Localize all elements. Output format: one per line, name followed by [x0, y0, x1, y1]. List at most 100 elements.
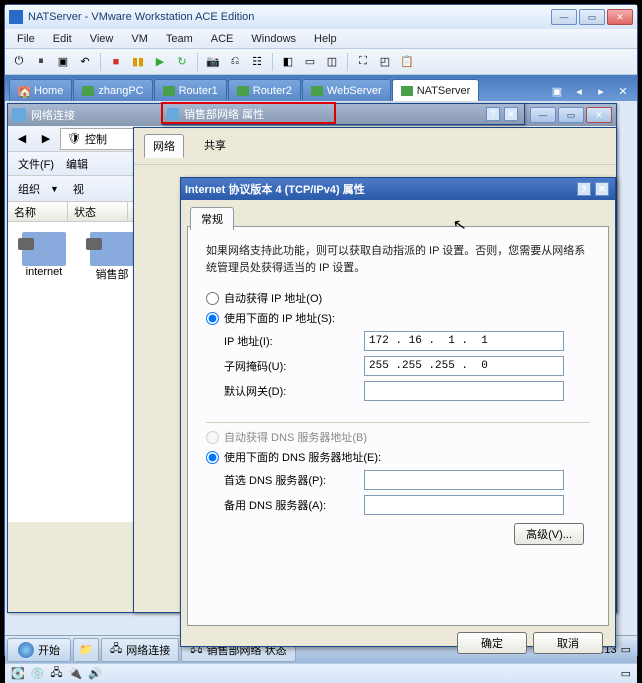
- reset-icon[interactable]: ↻: [172, 52, 192, 72]
- taskbar-item-nc[interactable]: 🖧网络连接: [101, 638, 179, 662]
- ipv4-titlebar[interactable]: Internet 协议版本 4 (TCP/IPv4) 属性 ? ✕: [181, 178, 615, 200]
- forward-icon[interactable]: ▶: [36, 129, 56, 149]
- col-status[interactable]: 状态: [68, 202, 128, 221]
- tab-router1[interactable]: Router1: [154, 79, 227, 101]
- maximize-button[interactable]: ▭: [579, 9, 605, 25]
- back-icon[interactable]: ◀: [12, 129, 32, 149]
- menu-ace[interactable]: ACE: [203, 31, 242, 47]
- tab-webserver[interactable]: WebServer: [302, 79, 391, 101]
- close-icon[interactable]: ✕: [504, 107, 518, 121]
- tab-prev-icon[interactable]: ◂: [569, 81, 589, 101]
- radio-auto-ip[interactable]: 自动获得 IP 地址(O): [206, 290, 590, 306]
- help-icon[interactable]: ?: [577, 182, 591, 196]
- separator: [197, 53, 198, 71]
- snap-revert-icon[interactable]: ⎌: [225, 52, 245, 72]
- vm-icon: [237, 86, 249, 96]
- nic-icon: [90, 232, 134, 266]
- menu-file[interactable]: File: [9, 31, 43, 47]
- tab-overflow-icon[interactable]: ▣: [547, 81, 567, 101]
- maximize-button[interactable]: ▭: [558, 107, 584, 123]
- menu-view[interactable]: View: [82, 31, 122, 47]
- device-usb-icon[interactable]: 🔌: [69, 667, 83, 680]
- suspend-icon[interactable]: ⏸: [31, 52, 51, 72]
- ip-input[interactable]: [364, 331, 564, 351]
- tab-network[interactable]: 网络: [144, 134, 184, 158]
- tab-label: Home: [34, 85, 63, 97]
- vmware-title: NATServer - VMware Workstation ACE Editi…: [28, 11, 551, 23]
- menu-windows[interactable]: Windows: [243, 31, 304, 47]
- tab-label: Router1: [179, 85, 218, 97]
- close-button[interactable]: ✕: [586, 107, 612, 123]
- unity-icon[interactable]: ◰: [375, 52, 395, 72]
- snap-take-icon[interactable]: 📷: [203, 52, 223, 72]
- device-cd-icon[interactable]: 💿: [31, 667, 45, 680]
- ip-label: IP 地址(I):: [224, 333, 364, 349]
- poweroff-icon[interactable]: ⏻: [9, 52, 29, 72]
- views-button[interactable]: 视: [67, 179, 90, 199]
- help-icon[interactable]: ?: [486, 107, 500, 121]
- tab-sharing[interactable]: 共享: [196, 134, 234, 158]
- minimize-button[interactable]: —: [530, 107, 556, 123]
- ipv4-description: 如果网络支持此功能，则可以获取自动指派的 IP 设置。否则，您需要从网络系统管理…: [206, 243, 590, 276]
- menu-help[interactable]: Help: [306, 31, 345, 47]
- menu-vm[interactable]: VM: [123, 31, 156, 47]
- snapshot-icon[interactable]: ▣: [53, 52, 73, 72]
- menu-edit[interactable]: Edit: [45, 31, 80, 47]
- tab-close-icon[interactable]: ✕: [613, 81, 633, 101]
- vm-status-icon[interactable]: ▭: [621, 667, 631, 680]
- start-label: 开始: [38, 642, 60, 658]
- tab-zhangpc[interactable]: zhangPC: [73, 79, 152, 101]
- vmware-statusbar: 💽 💿 🖧 🔌 🔊 ▭: [5, 663, 637, 683]
- col-name[interactable]: 名称: [8, 202, 68, 221]
- mask-input[interactable]: [364, 356, 564, 376]
- pause-icon[interactable]: ▮▮: [128, 52, 148, 72]
- file-menu[interactable]: 文件(F): [12, 154, 60, 174]
- radio-manual-dns[interactable]: 使用下面的 DNS 服务器地址(E):: [206, 449, 590, 465]
- organize-button[interactable]: 组织: [12, 179, 46, 199]
- close-button[interactable]: ✕: [607, 9, 633, 25]
- summary-icon[interactable]: 📋: [397, 52, 417, 72]
- radio-auto-dns: 自动获得 DNS 服务器地址(B): [206, 429, 590, 445]
- adapter-properties-titlebar[interactable]: 销售部网络 属性 ? ✕: [162, 103, 525, 125]
- adapter-title: 销售部网络 属性: [184, 106, 486, 122]
- tab-home[interactable]: 🏠Home: [9, 79, 72, 101]
- radio-manual-ip[interactable]: 使用下面的 IP 地址(S):: [206, 310, 590, 326]
- adapter-internet[interactable]: internet: [14, 232, 74, 512]
- fullscreen-icon[interactable]: ⛶: [353, 52, 373, 72]
- taskbar-item-explorer[interactable]: 📁: [73, 638, 99, 662]
- tab-natserver[interactable]: NATServer: [392, 79, 480, 101]
- vmware-titlebar[interactable]: NATServer - VMware Workstation ACE Editi…: [5, 5, 637, 29]
- appview-icon[interactable]: ◫: [322, 52, 342, 72]
- vmware-menubar: File Edit View VM Team ACE Windows Help: [5, 29, 637, 49]
- device-sound-icon[interactable]: 🔊: [88, 667, 102, 680]
- gateway-input[interactable]: [364, 381, 564, 401]
- tab-next-icon[interactable]: ▸: [591, 81, 611, 101]
- vm-icon: [311, 86, 323, 96]
- minimize-button[interactable]: —: [551, 9, 577, 25]
- device-hdd-icon[interactable]: 💽: [11, 667, 25, 680]
- tab-router2[interactable]: Router2: [228, 79, 301, 101]
- tab-general[interactable]: 常规: [190, 207, 234, 230]
- advanced-button[interactable]: 高级(V)...: [514, 523, 584, 545]
- ipv4-properties-dialog[interactable]: Internet 协议版本 4 (TCP/IPv4) 属性 ? ✕ 常规 如果网…: [180, 177, 616, 647]
- start-button[interactable]: 开始: [7, 638, 71, 662]
- revert-icon[interactable]: ↶: [75, 52, 95, 72]
- play-icon[interactable]: ▶: [150, 52, 170, 72]
- edit-menu[interactable]: 编辑: [60, 154, 94, 174]
- device-net-icon[interactable]: 🖧: [50, 664, 62, 683]
- dns-group: 自动获得 DNS 服务器地址(B) 使用下面的 DNS 服务器地址(E): 首选…: [206, 429, 590, 515]
- dns2-input[interactable]: [364, 495, 564, 515]
- snap-manage-icon[interactable]: ☷: [247, 52, 267, 72]
- vmware-window: NATServer - VMware Workstation ACE Editi…: [4, 4, 638, 658]
- sidebar-icon[interactable]: ◧: [278, 52, 298, 72]
- dns1-input[interactable]: [364, 470, 564, 490]
- cancel-button[interactable]: 取消: [533, 632, 603, 654]
- separator: [272, 53, 273, 71]
- close-icon[interactable]: ✕: [595, 182, 609, 196]
- console-icon[interactable]: ▭: [300, 52, 320, 72]
- ipv4-tab-control: 常规 如果网络支持此功能，则可以获取自动指派的 IP 设置。否则，您需要从网络系…: [187, 226, 609, 626]
- ok-button[interactable]: 确定: [457, 632, 527, 654]
- tray-desktop-icon[interactable]: ▭: [621, 643, 631, 656]
- menu-team[interactable]: Team: [158, 31, 201, 47]
- stop-icon[interactable]: ■: [106, 52, 126, 72]
